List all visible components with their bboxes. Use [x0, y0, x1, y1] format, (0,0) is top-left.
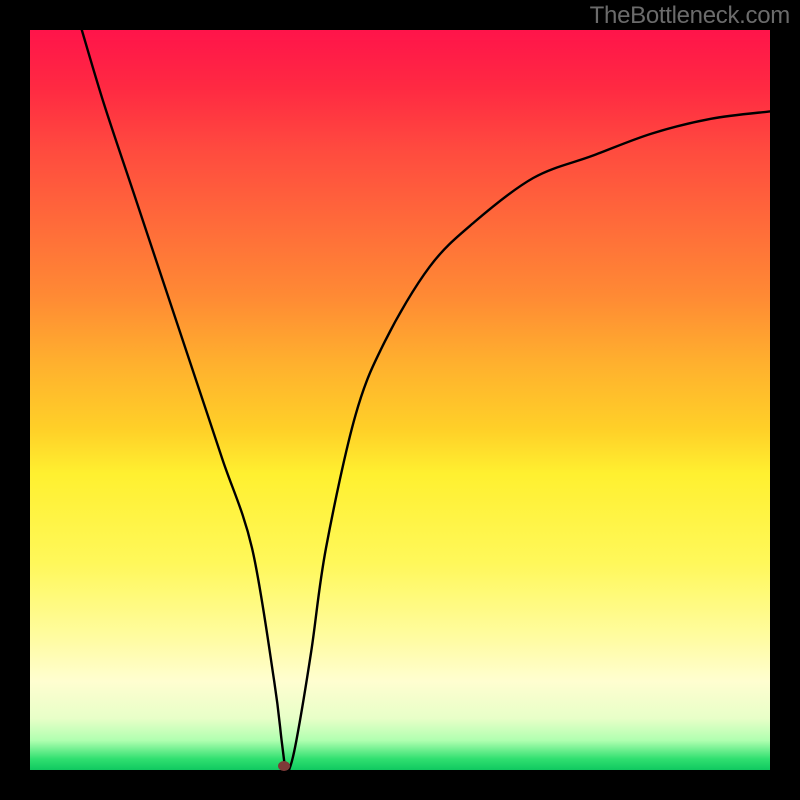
- bottleneck-curve: [30, 30, 770, 770]
- plot-area: [30, 30, 770, 770]
- optimal-point-marker: [278, 761, 290, 771]
- chart-frame: TheBottleneck.com: [0, 0, 800, 800]
- curve-path: [82, 30, 770, 770]
- watermark-text: TheBottleneck.com: [590, 2, 790, 30]
